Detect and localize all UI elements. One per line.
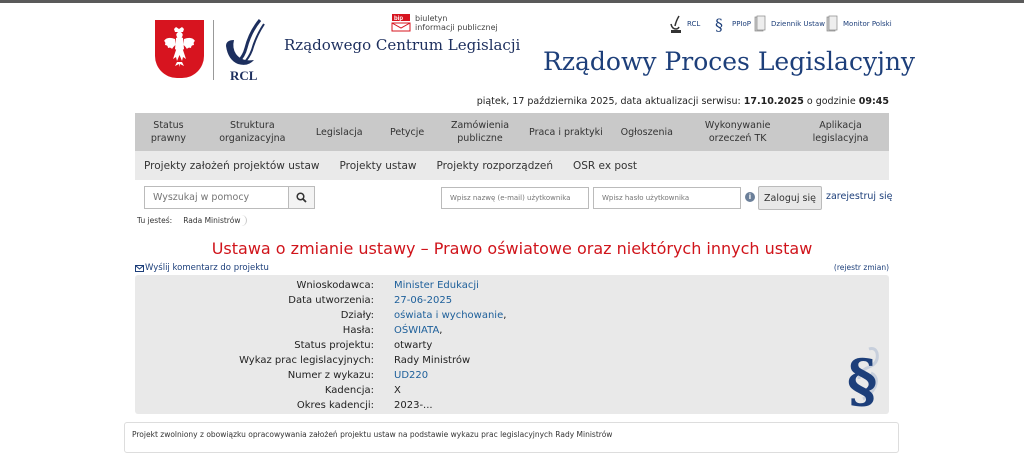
info-icon[interactable]: i <box>745 192 755 202</box>
detail-row-hasla: Hasła: OŚWIATA, <box>135 323 889 338</box>
date-line-middle: o godzinie <box>803 96 859 107</box>
breadcrumb-prefix: Tu jesteś: <box>137 216 173 225</box>
detail-value-link[interactable]: 27-06-2025 <box>394 293 452 308</box>
svg-text:§: § <box>847 347 877 409</box>
password-input[interactable] <box>593 187 741 209</box>
detail-row-numer-z-wykazu: Numer z wykazu: UD220 <box>135 368 889 383</box>
project-note: Projekt zwolniony z obowiązku opracowywa… <box>124 422 899 453</box>
update-date: 17.10.2025 <box>743 96 804 107</box>
bip-line-1: biuletyn <box>415 14 448 23</box>
detail-label: Status projektu: <box>294 340 374 351</box>
search-input[interactable] <box>144 186 289 209</box>
sub-nav: Projekty założeń projektów ustaw Projekt… <box>135 151 889 180</box>
detail-value: Rady Ministrów <box>394 355 471 366</box>
nav-item-struktura-organizacyjna[interactable]: Struktura organizacyjna <box>202 113 303 151</box>
nav-item-aplikacja-legislacyjna[interactable]: Aplikacja legislacyjna <box>792 113 889 151</box>
detail-label: Działy: <box>340 310 374 321</box>
quick-link-label: Monitor Polski <box>843 20 892 28</box>
detail-row-data-utworzenia: Data utworzenia: 27-06-2025 <box>135 293 889 308</box>
site-title[interactable]: Rządowy Proces Legislacyjny <box>543 47 915 76</box>
send-comment-link[interactable]: Wyślij komentarz do projektu <box>135 263 269 273</box>
eagle-icon <box>164 27 195 67</box>
paragraph-icon: § <box>847 347 879 409</box>
subnav-item-osr-ex-post[interactable]: OSR ex post <box>573 160 637 172</box>
subnav-item-projekty-zalozen[interactable]: Projekty założeń projektów ustaw <box>144 160 319 172</box>
detail-row-wnioskodawca: Wnioskodawca: Minister Edukacji <box>135 278 889 293</box>
nav-item-ogloszenia[interactable]: Ogłoszenia <box>610 113 683 151</box>
detail-value-link[interactable]: UD220 <box>394 368 428 383</box>
ppiop-icon: § <box>715 15 723 33</box>
polish-eagle-emblem <box>155 20 204 78</box>
login-button[interactable]: Zaloguj się <box>758 186 822 210</box>
detail-label: Okres kadencji: <box>296 400 374 411</box>
nav-item-wykonywanie-orzeczen-tk[interactable]: Wykonywanie orzeczeń TK <box>683 113 792 151</box>
quick-link-monitor-polski[interactable]: Monitor Polski <box>826 15 892 33</box>
nav-item-status-prawny[interactable]: Status prawny <box>135 113 202 151</box>
register-link[interactable]: zarejestruj się <box>826 191 893 202</box>
nav-item-praca-i-praktyki[interactable]: Praca i praktyki <box>521 113 610 151</box>
envelope-icon <box>135 264 144 272</box>
detail-value-separator: , <box>503 310 507 321</box>
detail-value-wrap: OŚWIATA, <box>394 323 442 338</box>
changelog-link[interactable]: (rejestr zmian) <box>834 263 889 272</box>
detail-value-link[interactable]: Minister Edukacji <box>394 278 479 293</box>
breadcrumb: Tu jesteś: Rada Ministrów <box>137 215 248 226</box>
nav-item-legislacja[interactable]: Legislacja <box>303 113 376 151</box>
detail-row-kadencja: Kadencja: X <box>135 383 889 398</box>
rcl-icon <box>670 15 681 33</box>
bip-badge: bip <box>394 16 403 22</box>
bip-icon: bip <box>391 14 411 32</box>
detail-label: Data utworzenia: <box>288 295 374 306</box>
quick-link-ppiop[interactable]: § PPIoP <box>715 15 751 33</box>
detail-label: Wnioskodawca: <box>296 280 374 291</box>
bip-text: biuletyn informacji publicznej <box>415 14 498 32</box>
detail-value: X <box>394 385 401 396</box>
dziennik-ustaw-icon <box>754 15 766 32</box>
project-details-panel: Wnioskodawca: Minister Edukacji Data utw… <box>135 275 889 414</box>
quick-link-dziennik-ustaw[interactable]: Dziennik Ustaw <box>754 15 825 33</box>
send-comment-label: Wyślij komentarz do projektu <box>145 263 269 273</box>
detail-value-link[interactable]: OŚWIATA <box>394 325 439 336</box>
date-line-prefix: piątek, 17 października 2025, data aktua… <box>476 96 744 107</box>
detail-row-dzialy: Działy: oświata i wychowanie, <box>135 308 889 323</box>
rcl-abbr: RCL <box>230 68 258 82</box>
monitor-polski-icon <box>826 15 838 32</box>
detail-value: otwarty <box>394 340 433 351</box>
logo-divider <box>213 20 214 80</box>
subnav-item-projekty-ustaw[interactable]: Projekty ustaw <box>339 160 416 172</box>
bip-line-2: informacji publicznej <box>415 23 498 32</box>
quick-link-label: Dziennik Ustaw <box>771 20 825 28</box>
detail-label: Wykaz prac legislacyjnych: <box>239 355 374 366</box>
detail-value: 2023-... <box>394 400 433 411</box>
rcl-name[interactable]: Rządowego Centrum Legislacji <box>284 36 520 54</box>
main-nav: Status prawny Struktura organizacyjna Le… <box>135 113 889 151</box>
date-line: piątek, 17 października 2025, data aktua… <box>477 96 889 107</box>
detail-value-wrap: oświata i wychowanie, <box>394 308 506 323</box>
update-time: 09:45 <box>858 96 889 107</box>
page-title: Ustawa o zmianie ustawy – Prawo oświatow… <box>211 239 813 258</box>
detail-value-link[interactable]: oświata i wychowanie <box>394 310 503 321</box>
breadcrumb-item-rada-ministrow[interactable]: Rada Ministrów <box>177 215 248 226</box>
nav-item-petycje[interactable]: Petycje <box>376 113 439 151</box>
quick-link-rcl[interactable]: RCL <box>670 15 700 33</box>
quick-link-label: PPIoP <box>732 20 752 28</box>
detail-row-wykaz-prac: Wykaz prac legislacyjnych: Rady Ministró… <box>135 353 889 368</box>
detail-row-okres-kadencji: Okres kadencji: 2023-... <box>135 398 889 413</box>
search-icon <box>296 192 307 203</box>
username-input[interactable] <box>441 187 589 209</box>
rcl-logo[interactable]: RCL <box>220 18 272 82</box>
detail-value-separator: , <box>439 325 443 336</box>
nav-item-zamowienia-publiczne[interactable]: Zamówienia publiczne <box>439 113 522 151</box>
subnav-item-projekty-rozporzadzen[interactable]: Projekty rozporządzeń <box>437 160 553 172</box>
svg-text:§: § <box>715 15 723 33</box>
quick-link-label: RCL <box>687 20 701 28</box>
detail-label: Numer z wykazu: <box>287 370 374 381</box>
detail-row-status-projektu: Status projektu: otwarty <box>135 338 889 353</box>
search-button[interactable] <box>288 186 315 209</box>
detail-label: Hasła: <box>342 325 374 336</box>
detail-label: Kadencja: <box>324 385 374 396</box>
